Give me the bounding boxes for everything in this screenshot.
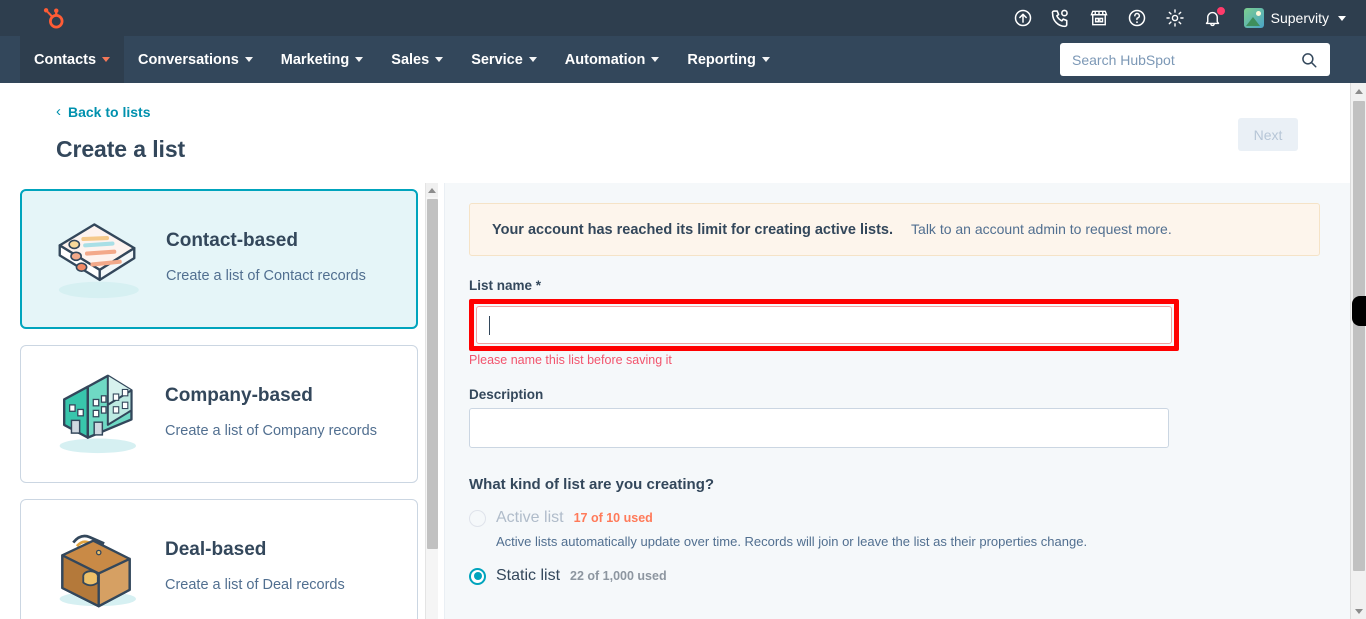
card-title: Company-based	[165, 385, 313, 407]
radio-option-static-list[interactable]: Static list 22 of 1,000 used	[469, 567, 1326, 585]
chevron-up-icon	[428, 187, 436, 193]
nav-item-marketing[interactable]: Marketing	[267, 36, 378, 83]
nav-label: Reporting	[687, 51, 756, 68]
nav-item-reporting[interactable]: Reporting	[673, 36, 783, 83]
chevron-down-icon	[761, 57, 770, 62]
radio-label-active-list: Active list	[496, 509, 564, 526]
chevron-down-icon	[651, 57, 660, 62]
nav-item-sales[interactable]: Sales	[377, 36, 457, 83]
company-building-illustration	[41, 368, 151, 460]
radio-help-active-list: Active lists automatically update over t…	[496, 534, 1088, 549]
card-text: Deal-based Create a list of Deal records	[165, 539, 397, 596]
usage-active-list: 17 of 10 used	[573, 511, 653, 525]
nav-items: Contacts Conversations Marketing Sales S…	[20, 36, 784, 83]
avatar	[1243, 8, 1264, 28]
back-to-lists-link[interactable]: ‹ Back to lists	[56, 104, 150, 120]
nav-item-service[interactable]: Service	[457, 36, 551, 83]
card-subtitle: Create a list of Deal records	[165, 577, 345, 594]
hubspot-sprocket-logo[interactable]	[40, 5, 66, 31]
browser-scrollbar[interactable]	[1350, 83, 1366, 619]
nav-item-contacts[interactable]: Contacts	[20, 36, 125, 83]
chevron-down-icon	[1354, 608, 1363, 614]
nav-item-automation[interactable]: Automation	[551, 36, 674, 83]
chevron-left-icon: ‹	[56, 103, 61, 120]
text-caret	[489, 316, 490, 335]
nav-label: Automation	[564, 51, 646, 68]
list-name-highlight-annotation	[469, 299, 1179, 351]
chevron-down-icon	[102, 57, 111, 62]
list-type-card-company-based[interactable]: Company-based Create a list of Company r…	[20, 345, 418, 483]
card-text: Company-based Create a list of Company r…	[165, 385, 397, 442]
list-type-panel: Contact-based Create a list of Contact r…	[0, 183, 444, 619]
nav-label: Service	[471, 51, 523, 68]
nav-label: Contacts	[34, 51, 97, 68]
radio-option-active-list[interactable]: Active list 17 of 10 used	[469, 509, 1326, 527]
alert-title: Your account has reached its limit for c…	[492, 222, 894, 238]
nav-label: Conversations	[138, 51, 239, 68]
nav-label: Marketing	[280, 51, 350, 68]
list-details-panel: Your account has reached its limit for c…	[444, 183, 1366, 619]
settings-gear-icon[interactable]	[1164, 7, 1186, 29]
main-navigation: Contacts Conversations Marketing Sales S…	[0, 36, 1366, 83]
scroll-up-button[interactable]	[1351, 83, 1366, 99]
chevron-down-icon	[435, 57, 444, 62]
help-icon[interactable]	[1126, 7, 1148, 29]
list-type-card-deal-based[interactable]: Deal-based Create a list of Deal records	[20, 499, 418, 619]
scrollbar-thumb[interactable]	[427, 199, 438, 549]
description-input[interactable]	[469, 408, 1169, 448]
chevron-up-icon	[1354, 88, 1363, 94]
account-name: Supervity	[1270, 10, 1329, 26]
card-subtitle: Create a list of Company records	[165, 423, 377, 440]
edge-cursor-indicator	[1352, 296, 1366, 326]
scrollbar-thumb[interactable]	[1353, 101, 1365, 571]
deal-briefcase-illustration	[41, 522, 151, 614]
chevron-down-icon	[355, 57, 364, 62]
chevron-down-icon	[1338, 15, 1346, 21]
create-list-content: Contact-based Create a list of Contact r…	[0, 183, 1366, 619]
card-text: Contact-based Create a list of Contact r…	[166, 230, 396, 287]
back-link-label: Back to lists	[68, 103, 151, 120]
top-bar-actions: Supervity	[1012, 6, 1366, 29]
list-name-input[interactable]	[476, 306, 1172, 344]
account-menu[interactable]: Supervity	[1243, 8, 1346, 28]
list-type-scrollbar[interactable]	[425, 183, 438, 619]
calling-icon[interactable]	[1050, 7, 1072, 29]
card-subtitle: Create a list of Contact records	[166, 268, 366, 285]
list-details-form: Your account has reached its limit for c…	[445, 183, 1366, 585]
page-title: Create a list	[56, 136, 186, 162]
notifications-bell-icon[interactable]	[1202, 6, 1226, 29]
scroll-down-button[interactable]	[1351, 603, 1366, 619]
chevron-down-icon	[244, 57, 253, 62]
top-bar: Supervity	[0, 0, 1366, 36]
next-button[interactable]: Next	[1238, 118, 1298, 151]
card-title: Deal-based	[165, 539, 267, 561]
marketplace-icon[interactable]	[1088, 7, 1110, 29]
nav-item-conversations[interactable]: Conversations	[124, 36, 267, 83]
active-list-limit-alert: Your account has reached its limit for c…	[469, 203, 1320, 256]
nav-label: Sales	[391, 51, 430, 68]
search-icon[interactable]	[1300, 51, 1318, 69]
upgrade-icon[interactable]	[1012, 7, 1034, 29]
chevron-down-icon	[528, 57, 537, 62]
radio-label-static-list: Static list	[496, 567, 561, 584]
page-body: ‹ Back to lists Create a list Next Conta…	[0, 83, 1366, 619]
radio-button-static-list[interactable]	[469, 567, 486, 585]
list-name-label: List name *	[469, 278, 542, 293]
scrollbar-track[interactable]	[1351, 83, 1366, 619]
list-type-scroll-area: Contact-based Create a list of Contact r…	[0, 183, 444, 619]
page-header: ‹ Back to lists Create a list Next	[0, 83, 1366, 183]
notification-badge	[1215, 6, 1226, 16]
radio-button-active-list	[469, 509, 486, 527]
card-title: Contact-based	[166, 230, 298, 252]
alert-message: Talk to an account admin to request more…	[911, 221, 1172, 237]
search-input[interactable]	[1072, 51, 1300, 68]
scroll-up-button[interactable]	[426, 183, 438, 197]
list-kind-question: What kind of list are you creating?	[469, 476, 715, 493]
contact-records-illustration	[42, 213, 152, 305]
list-type-card-contact-based[interactable]: Contact-based Create a list of Contact r…	[20, 189, 418, 329]
description-label: Description	[469, 387, 544, 402]
global-search[interactable]	[1060, 43, 1330, 76]
list-name-error: Please name this list before saving it	[469, 353, 672, 367]
usage-static-list: 22 of 1,000 used	[570, 569, 667, 583]
